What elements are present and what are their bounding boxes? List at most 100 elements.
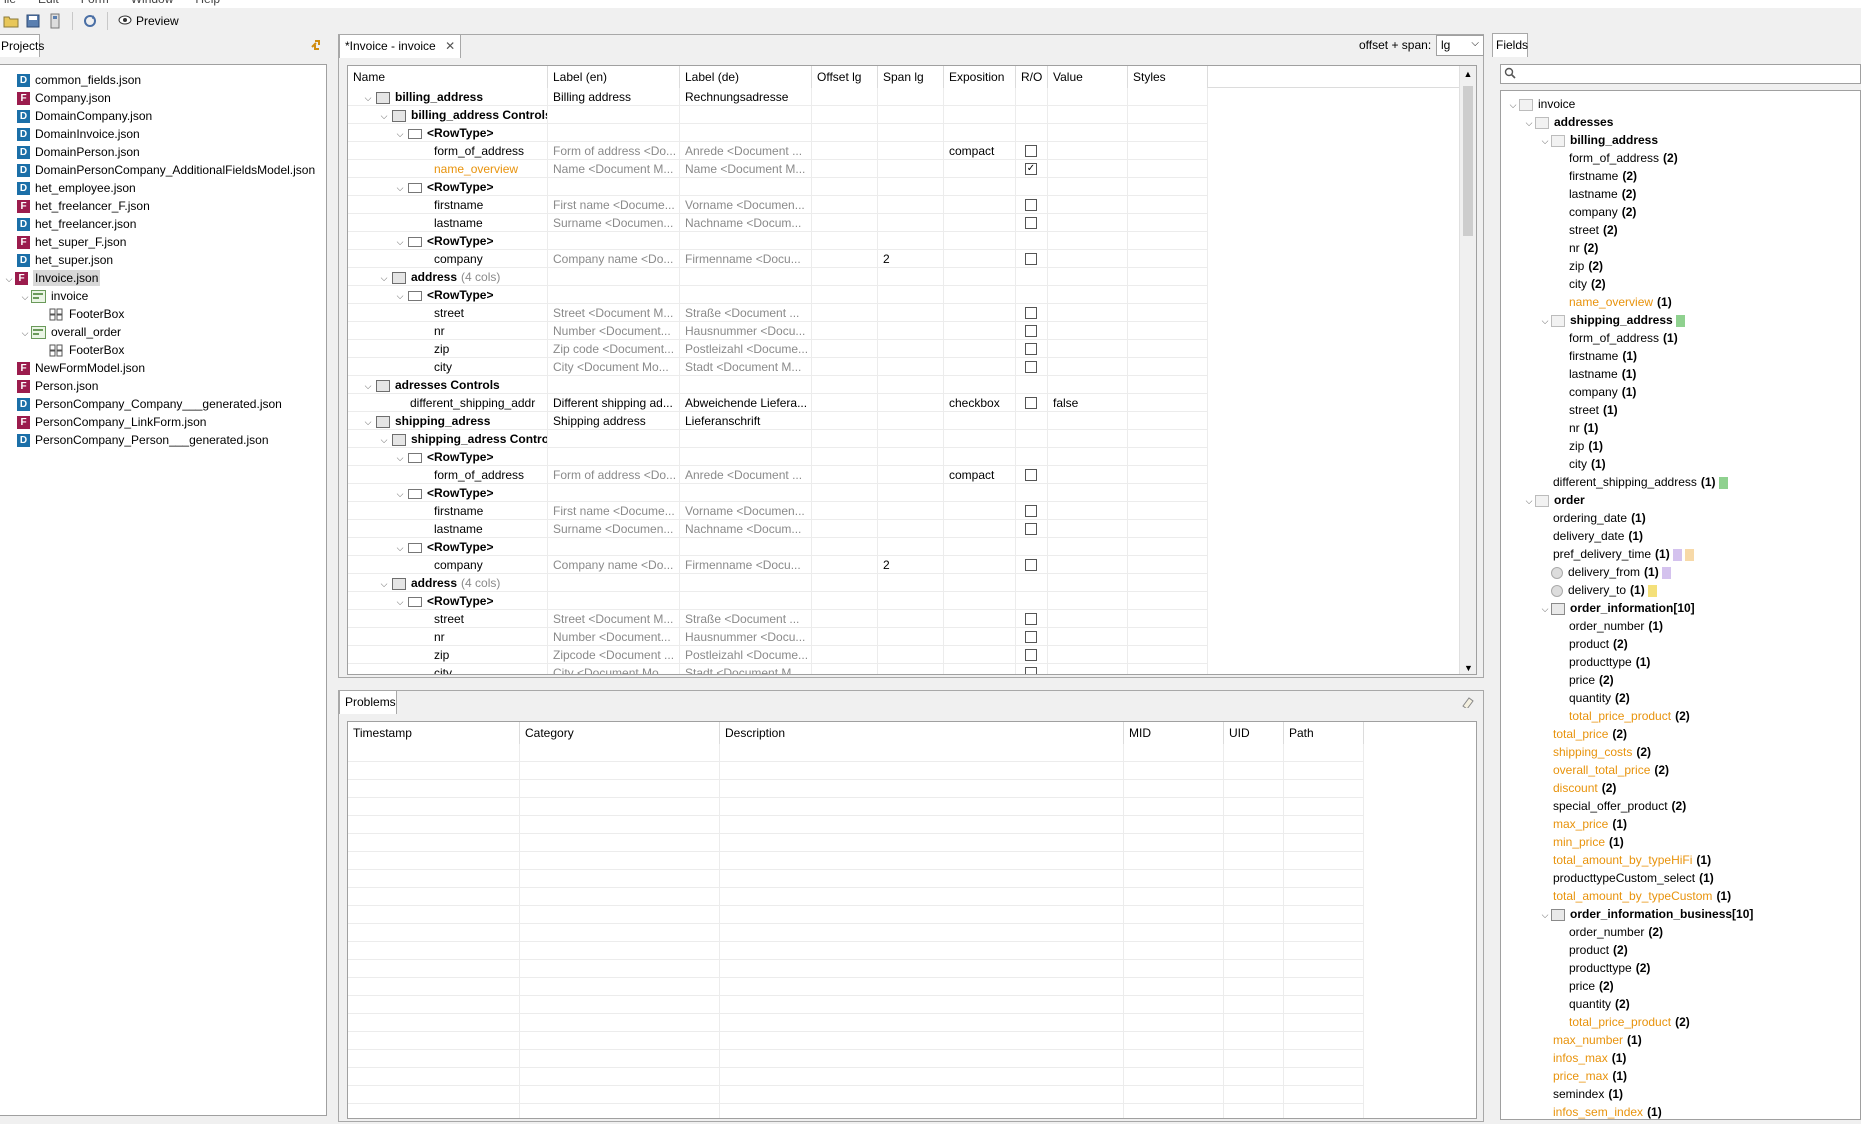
grid-cell[interactable] — [1016, 214, 1048, 232]
grid-cell[interactable] — [812, 628, 878, 646]
grid-cell[interactable] — [944, 646, 1016, 664]
table-row[interactable]: ⌵ address (4 cols) — [348, 574, 1208, 592]
grid-cell[interactable] — [548, 574, 680, 592]
grid-cell[interactable] — [1128, 520, 1208, 538]
readonly-checkbox[interactable] — [1025, 523, 1037, 535]
grid-cell[interactable] — [1128, 142, 1208, 160]
grid-cell[interactable] — [1048, 574, 1128, 592]
grid-cell[interactable]: ✓ — [1016, 160, 1048, 178]
grid-cell[interactable]: Company name <Do... — [548, 250, 680, 268]
grid-cell[interactable] — [680, 430, 812, 448]
readonly-checkbox[interactable] — [1025, 307, 1037, 319]
grid-cell[interactable] — [878, 358, 944, 376]
grid-cell[interactable]: Firmenname <Docu... — [680, 250, 812, 268]
refresh-icon[interactable] — [79, 10, 101, 32]
grid-cell[interactable] — [944, 610, 1016, 628]
grid-cell[interactable]: Lieferanschrift — [680, 412, 812, 430]
grid-cell[interactable] — [812, 268, 878, 286]
chevron-down-icon[interactable]: ⌵ — [1539, 600, 1551, 618]
chevron-down-icon[interactable]: ⌵ — [362, 377, 374, 394]
grid-cell[interactable] — [1128, 160, 1208, 178]
chevron-down-icon[interactable]: ⌵ — [362, 89, 374, 106]
menu-help[interactable]: Help — [195, 0, 220, 8]
field-item[interactable]: nr (2) — [1555, 239, 1598, 257]
chevron-down-icon[interactable]: ⌵ — [394, 485, 406, 502]
grid-cell[interactable]: Form of address <Do... — [548, 466, 680, 484]
table-row[interactable]: ⌵ shipping_adress Shipping address Lieferan… — [348, 412, 1208, 430]
table-row[interactable]: ⌵ <RowType> — [348, 232, 1208, 250]
preview-button[interactable]: Preview — [114, 14, 183, 28]
grid-cell[interactable] — [1128, 178, 1208, 196]
grid-cell[interactable] — [1128, 628, 1208, 646]
grid-cell[interactable]: Anrede <Document ... — [680, 466, 812, 484]
grid-cell[interactable] — [1048, 340, 1128, 358]
column-header[interactable]: MID — [1124, 722, 1224, 744]
grid-cell[interactable] — [812, 538, 878, 556]
grid-cell[interactable]: Postleizahl <Docume... — [680, 646, 812, 664]
readonly-checkbox[interactable] — [1025, 559, 1037, 571]
readonly-checkbox[interactable] — [1025, 505, 1037, 517]
grid-cell[interactable] — [878, 178, 944, 196]
field-item[interactable]: producttypeCustom_select (1) — [1539, 869, 1714, 887]
grid-cell[interactable] — [1128, 196, 1208, 214]
grid-cell[interactable] — [1048, 412, 1128, 430]
grid-cell[interactable] — [878, 430, 944, 448]
grid-cell[interactable] — [1048, 430, 1128, 448]
field-item[interactable]: ⌵ addresses — [1523, 113, 1614, 131]
chevron-down-icon[interactable]: ⌵ — [394, 449, 406, 466]
save-icon[interactable] — [22, 10, 44, 32]
grid-cell[interactable] — [812, 466, 878, 484]
grid-cell[interactable] — [548, 538, 680, 556]
table-row[interactable]: ⌵ adresses Controls — [348, 376, 1208, 394]
tab-problems[interactable]: Problems — [339, 690, 397, 714]
grid-cell[interactable] — [1016, 286, 1048, 304]
chevron-down-icon[interactable]: ⌵ — [394, 593, 406, 610]
grid-cell[interactable] — [1128, 340, 1208, 358]
table-row[interactable]: zip Zipcode <Document ... Postleizahl <Doc… — [348, 646, 1208, 664]
table-row[interactable]: form_of_address Form of address <Do... Anr… — [348, 466, 1208, 484]
grid-cell[interactable] — [1016, 538, 1048, 556]
field-item[interactable]: city (2) — [1555, 275, 1606, 293]
table-row[interactable]: lastname Surname <Documen... Nachname <Doc… — [348, 214, 1208, 232]
grid-cell[interactable]: Surname <Documen... — [548, 214, 680, 232]
field-item[interactable]: infos_sem_index (1) — [1539, 1103, 1662, 1119]
grid-cell[interactable] — [878, 664, 944, 674]
menu-file[interactable]: ile — [4, 0, 16, 8]
table-row[interactable]: ⌵ <RowType> — [348, 592, 1208, 610]
grid-cell[interactable]: Hausnummer <Docu... — [680, 628, 812, 646]
grid-cell[interactable] — [680, 376, 812, 394]
project-item[interactable]: F PersonCompany_LinkForm.json — [17, 413, 206, 431]
grid-cell[interactable]: Billing address — [548, 88, 680, 106]
table-row[interactable]: ⌵ <RowType> — [348, 448, 1208, 466]
column-header[interactable]: Styles — [1128, 66, 1208, 88]
grid-cell[interactable] — [878, 628, 944, 646]
offset-span-select[interactable]: lg ⌵ — [1436, 35, 1484, 56]
grid-cell[interactable] — [1128, 88, 1208, 106]
grid-cell[interactable] — [1128, 538, 1208, 556]
field-item[interactable]: price_max (1) — [1539, 1067, 1627, 1085]
readonly-checkbox[interactable]: ✓ — [1025, 163, 1037, 175]
grid-cell[interactable] — [548, 430, 680, 448]
project-item[interactable]: Dcommon_fields.json — [17, 71, 141, 89]
grid-cell[interactable] — [812, 592, 878, 610]
grid-cell[interactable] — [878, 160, 944, 178]
grid-cell[interactable] — [812, 124, 878, 142]
grid-cell[interactable] — [812, 196, 878, 214]
grid-cell[interactable] — [1016, 178, 1048, 196]
grid-cell[interactable] — [1016, 628, 1048, 646]
grid-cell[interactable] — [812, 376, 878, 394]
link-with-editor-icon[interactable] — [309, 37, 325, 56]
grid-cell[interactable] — [944, 502, 1016, 520]
chevron-down-icon[interactable]: ⌵ — [394, 539, 406, 556]
grid-cell[interactable] — [1128, 466, 1208, 484]
table-row[interactable]: ⌵ <RowType> — [348, 538, 1208, 556]
field-item[interactable]: quantity (2) — [1555, 689, 1630, 707]
project-item[interactable]: ⌵ F Invoice.json — [3, 269, 101, 287]
grid-cell[interactable] — [1128, 106, 1208, 124]
grid-cell[interactable]: Rechnungsadresse — [680, 88, 812, 106]
grid-cell[interactable] — [812, 484, 878, 502]
grid-cell[interactable] — [1128, 610, 1208, 628]
project-item[interactable]: FooterBox — [49, 305, 124, 323]
column-header[interactable]: Description — [720, 722, 1124, 744]
grid-cell[interactable] — [944, 268, 1016, 286]
